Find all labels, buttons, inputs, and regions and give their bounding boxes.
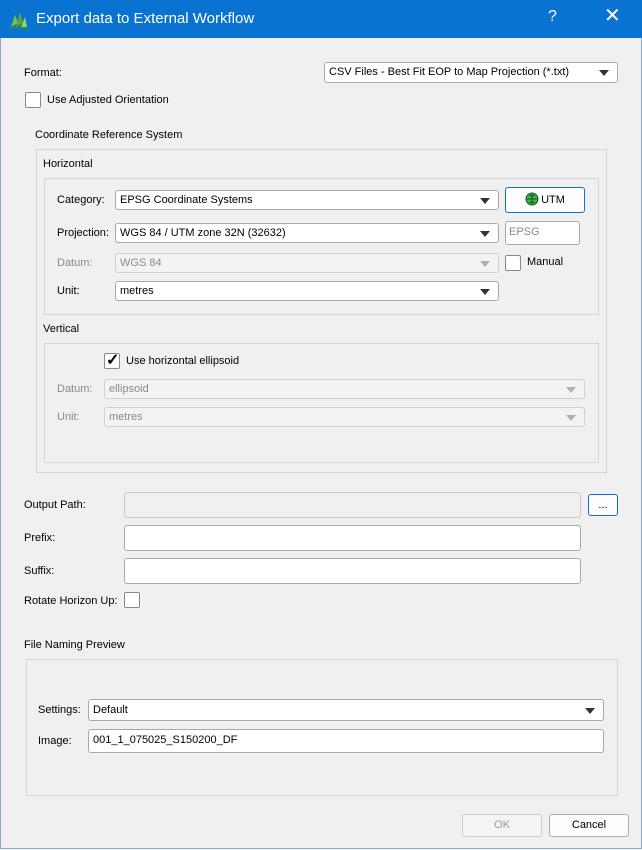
- projection-value: WGS 84 / UTM zone 32N (32632): [120, 227, 286, 239]
- preview-group: [26, 659, 618, 796]
- use-adjusted-orientation-checkbox[interactable]: [25, 92, 41, 108]
- settings-value: Default: [93, 704, 128, 716]
- suffix-label: Suffix:: [24, 565, 55, 577]
- suffix-input[interactable]: [124, 558, 581, 584]
- unit-dropdown[interactable]: metres: [115, 281, 499, 301]
- manual-label: Manual: [527, 256, 564, 268]
- datum-label: Datum:: [57, 257, 93, 269]
- crs-title: Coordinate Reference System: [35, 129, 183, 141]
- help-button[interactable]: ?: [548, 8, 557, 26]
- chevron-down-icon: [585, 708, 595, 714]
- unit-value: metres: [120, 285, 154, 297]
- vertical-unit-value: metres: [109, 411, 143, 423]
- prefix-label: Prefix:: [24, 532, 56, 544]
- epsg-placeholder: EPSG: [509, 226, 540, 238]
- use-adjusted-orientation-label: Use Adjusted Orientation: [47, 94, 169, 106]
- format-dropdown[interactable]: CSV Files - Best Fit EOP to Map Projecti…: [324, 62, 618, 83]
- vertical-title: Vertical: [43, 323, 80, 335]
- chevron-down-icon: [480, 289, 490, 295]
- utm-label: UTM: [541, 194, 565, 206]
- chevron-down-icon: [480, 261, 490, 267]
- image-preview-value: 001_1_075025_S150200_DF: [93, 734, 238, 746]
- chevron-down-icon: [480, 198, 490, 204]
- preview-title: File Naming Preview: [24, 639, 125, 651]
- output-path-input[interactable]: [124, 492, 581, 518]
- rotate-horizon-checkbox[interactable]: [124, 592, 140, 608]
- horizontal-title: Horizontal: [43, 158, 93, 170]
- prefix-input[interactable]: [124, 525, 581, 551]
- epsg-input[interactable]: EPSG: [505, 221, 580, 245]
- format-value: CSV Files - Best Fit EOP to Map Projecti…: [329, 66, 570, 78]
- app-logo-icon: [10, 12, 28, 29]
- settings-label: Settings:: [38, 704, 81, 716]
- utm-button[interactable]: UTM: [505, 187, 585, 213]
- check-mark-icon: ✓: [106, 352, 120, 369]
- datum-value: WGS 84: [120, 257, 162, 269]
- output-path-label: Output Path:: [24, 499, 86, 511]
- category-value: EPSG Coordinate Systems: [120, 194, 253, 206]
- chevron-down-icon: [566, 387, 576, 393]
- chevron-down-icon: [566, 415, 576, 421]
- projection-label: Projection:: [57, 227, 109, 239]
- vertical-unit-dropdown[interactable]: metres: [104, 407, 585, 427]
- projection-dropdown[interactable]: WGS 84 / UTM zone 32N (32632): [115, 223, 499, 243]
- chevron-down-icon: [599, 70, 609, 76]
- format-label: Format:: [24, 67, 62, 79]
- image-label: Image:: [38, 735, 72, 747]
- window-title: Export data to External Workflow: [36, 10, 255, 27]
- unit-label: Unit:: [57, 285, 80, 297]
- image-preview-field[interactable]: 001_1_075025_S150200_DF: [88, 729, 604, 753]
- title-bar: Export data to External Workflow ? ✕: [0, 0, 642, 38]
- use-horizontal-ellipsoid-label: Use horizontal ellipsoid: [126, 355, 240, 367]
- vertical-datum-label: Datum:: [57, 383, 93, 395]
- datum-dropdown[interactable]: WGS 84: [115, 253, 499, 273]
- browse-button[interactable]: ...: [588, 494, 618, 516]
- ok-button[interactable]: OK: [462, 814, 542, 837]
- category-dropdown[interactable]: EPSG Coordinate Systems: [115, 190, 499, 210]
- use-horizontal-ellipsoid-checkbox[interactable]: ✓: [104, 352, 120, 369]
- manual-checkbox[interactable]: [505, 255, 521, 271]
- chevron-down-icon: [480, 231, 490, 237]
- globe-icon: [525, 192, 539, 206]
- rotate-horizon-label: Rotate Horizon Up:: [24, 595, 118, 607]
- vertical-unit-label: Unit:: [57, 411, 80, 423]
- category-label: Category:: [57, 194, 105, 206]
- cancel-button[interactable]: Cancel: [549, 814, 629, 837]
- vertical-datum-value: ellipsoid: [109, 383, 149, 395]
- settings-dropdown[interactable]: Default: [88, 699, 604, 721]
- vertical-datum-dropdown[interactable]: ellipsoid: [104, 379, 585, 399]
- close-button[interactable]: ✕: [604, 6, 621, 26]
